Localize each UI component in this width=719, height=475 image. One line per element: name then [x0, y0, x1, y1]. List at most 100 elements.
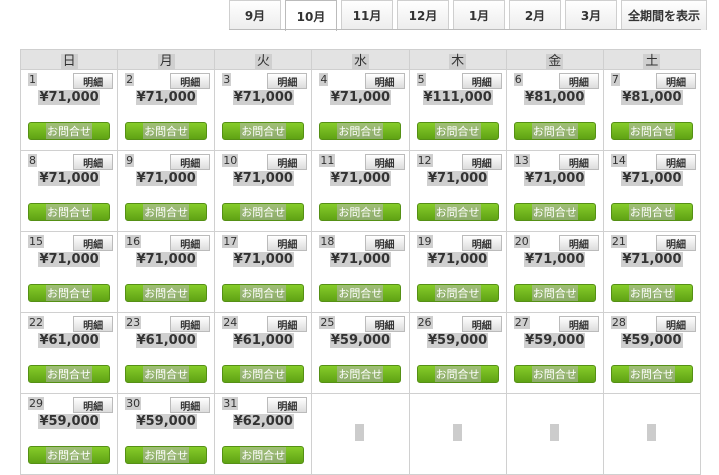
- detail-button[interactable]: 明細: [170, 397, 211, 413]
- inquire-label: お問合せ: [143, 204, 190, 220]
- detail-button[interactable]: 明細: [73, 316, 114, 332]
- calendar-empty-cell: [505, 393, 604, 475]
- tab-oct[interactable]: 10月: [285, 0, 337, 31]
- month-tabs: 9月 10月 11月 12月 1月 2月 3月 全期間を表示: [229, 0, 707, 31]
- detail-button[interactable]: 明細: [656, 235, 696, 251]
- inquire-button[interactable]: お問合せ: [125, 122, 208, 140]
- detail-button[interactable]: 明細: [558, 235, 599, 251]
- inquire-button[interactable]: お問合せ: [416, 365, 499, 383]
- detail-button[interactable]: 明細: [656, 73, 696, 89]
- tab-jan[interactable]: 1月: [453, 0, 505, 30]
- detail-button[interactable]: 明細: [461, 235, 502, 251]
- detail-button[interactable]: 明細: [461, 154, 502, 170]
- inquire-button[interactable]: お問合せ: [319, 365, 402, 383]
- inquire-button[interactable]: お問合せ: [28, 203, 110, 221]
- detail-button[interactable]: 明細: [170, 316, 211, 332]
- price-value: ¥81,000: [524, 90, 586, 105]
- inquire-button[interactable]: お問合せ: [222, 122, 305, 140]
- detail-button[interactable]: 明細: [558, 154, 599, 170]
- detail-button[interactable]: 明細: [267, 397, 308, 413]
- inquire-button[interactable]: お問合せ: [319, 203, 402, 221]
- price-value: ¥71,000: [621, 171, 683, 186]
- tab-mar[interactable]: 3月: [565, 0, 617, 30]
- detail-button[interactable]: 明細: [364, 73, 405, 89]
- inquire-button[interactable]: お問合せ: [222, 284, 305, 302]
- inquire-button[interactable]: お問合せ: [125, 365, 208, 383]
- detail-button[interactable]: 明細: [656, 316, 696, 332]
- inquire-button[interactable]: お問合せ: [610, 365, 693, 383]
- inquire-label: お問合せ: [46, 366, 92, 382]
- day-number: 3: [222, 73, 232, 86]
- detail-button[interactable]: 明細: [267, 316, 308, 332]
- detail-button[interactable]: 明細: [267, 235, 308, 251]
- calendar-day-cell: 8 明細 ¥71,000 お問合せ: [19, 150, 119, 232]
- price-value: ¥71,000: [427, 171, 489, 186]
- inquire-label: お問合せ: [240, 285, 287, 301]
- inquire-button[interactable]: お問合せ: [319, 284, 402, 302]
- inquire-button[interactable]: お問合せ: [416, 203, 499, 221]
- inquire-button[interactable]: お問合せ: [610, 203, 693, 221]
- inquire-button[interactable]: お問合せ: [222, 446, 305, 464]
- price-value: ¥59,000: [38, 414, 100, 429]
- detail-button[interactable]: 明細: [73, 154, 114, 170]
- detail-button[interactable]: 明細: [73, 73, 114, 89]
- inquire-button[interactable]: お問合せ: [28, 446, 110, 464]
- detail-button[interactable]: 明細: [73, 235, 114, 251]
- detail-button[interactable]: 明細: [73, 397, 114, 413]
- detail-button[interactable]: 明細: [461, 316, 502, 332]
- inquire-button[interactable]: お問合せ: [222, 365, 305, 383]
- detail-button[interactable]: 明細: [267, 73, 308, 89]
- price-value: ¥71,000: [232, 171, 294, 186]
- price-label: ¥71,000: [21, 171, 117, 186]
- price-value: ¥71,000: [232, 90, 294, 105]
- inquire-button[interactable]: お問合せ: [125, 284, 208, 302]
- inquire-button[interactable]: お問合せ: [416, 122, 499, 140]
- tab-nov[interactable]: 11月: [341, 0, 393, 30]
- price-label: ¥71,000: [312, 171, 408, 186]
- inquire-button[interactable]: お問合せ: [125, 446, 208, 464]
- inquire-button[interactable]: お問合せ: [610, 284, 693, 302]
- inquire-button[interactable]: お問合せ: [28, 284, 110, 302]
- detail-button[interactable]: 明細: [364, 316, 405, 332]
- weekday-wed: 水: [311, 49, 410, 70]
- detail-button[interactable]: 明細: [364, 235, 405, 251]
- inquire-button[interactable]: お問合せ: [125, 203, 208, 221]
- detail-button[interactable]: 明細: [364, 154, 405, 170]
- price-value: ¥71,000: [524, 171, 586, 186]
- inquire-label: お問合せ: [434, 366, 481, 382]
- price-value: ¥71,000: [38, 90, 100, 105]
- price-calendar: 日 月 火 水 木 金 土 1 明細 ¥71,000 お問合せ 2 明細 ¥71,000 お問…: [19, 49, 702, 475]
- tab-sep[interactable]: 9月: [229, 0, 281, 30]
- detail-button[interactable]: 明細: [656, 154, 696, 170]
- inquire-button[interactable]: お問合せ: [28, 122, 110, 140]
- inquire-label: お問合せ: [531, 285, 578, 301]
- detail-button[interactable]: 明細: [170, 154, 211, 170]
- tab-show-all[interactable]: 全期間を表示: [621, 0, 707, 30]
- day-number: 10: [222, 154, 239, 167]
- detail-button[interactable]: 明細: [170, 235, 211, 251]
- inquire-button[interactable]: お問合せ: [28, 365, 110, 383]
- inquire-button[interactable]: お問合せ: [513, 284, 596, 302]
- price-value: ¥71,000: [621, 252, 683, 267]
- detail-button[interactable]: 明細: [558, 316, 599, 332]
- detail-button[interactable]: 明細: [267, 154, 308, 170]
- detail-button[interactable]: 明細: [170, 73, 211, 89]
- day-number: 19: [416, 235, 433, 248]
- calendar-week: 29 明細 ¥59,000 お問合せ 30 明細 ¥59,000 お問合せ 31 明細 ¥62,00…: [19, 393, 702, 475]
- detail-button[interactable]: 明細: [461, 73, 502, 89]
- inquire-button[interactable]: お問合せ: [513, 365, 596, 383]
- inquire-label: お問合せ: [143, 285, 190, 301]
- calendar-day-cell: 28 明細 ¥59,000 お問合せ: [602, 312, 702, 394]
- inquire-button[interactable]: お問合せ: [319, 122, 402, 140]
- calendar-day-cell: 31 明細 ¥62,000 お問合せ: [214, 393, 313, 475]
- tab-dec[interactable]: 12月: [397, 0, 449, 30]
- price-label: ¥71,000: [604, 252, 700, 267]
- tab-feb[interactable]: 2月: [509, 0, 561, 30]
- inquire-button[interactable]: お問合せ: [222, 203, 305, 221]
- inquire-button[interactable]: お問合せ: [513, 203, 596, 221]
- inquire-button[interactable]: お問合せ: [610, 122, 693, 140]
- detail-button[interactable]: 明細: [558, 73, 599, 89]
- inquire-button[interactable]: お問合せ: [416, 284, 499, 302]
- inquire-button[interactable]: お問合せ: [513, 122, 596, 140]
- weekday-header: 日 月 火 水 木 金 土: [19, 49, 702, 70]
